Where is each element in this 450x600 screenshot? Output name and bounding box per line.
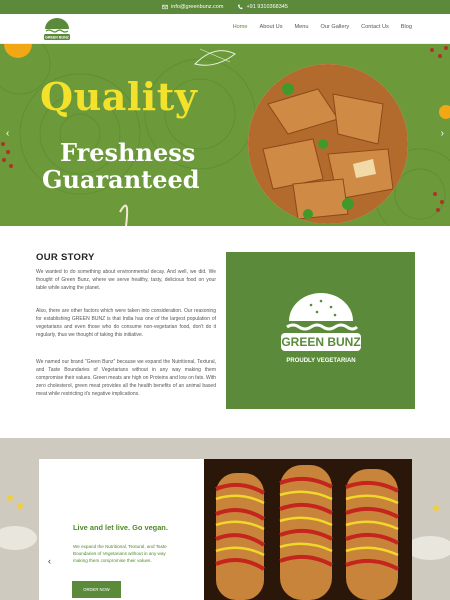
promo-section: ‹ Live and let live. Go vegan. We expand… (0, 438, 450, 600)
story-paragraph-1: We wanted to do something about environm… (36, 269, 216, 291)
phone-icon (238, 4, 243, 10)
phone-text: +91 9310368345 (246, 4, 288, 10)
corndog-image (204, 459, 412, 600)
green-bunz-logo[interactable]: GREEN BUNZ (40, 16, 74, 42)
email-contact[interactable]: info@greenbunz.com (162, 4, 223, 10)
promo-prev-arrow[interactable]: ‹ (48, 556, 51, 566)
hero-slider: Quality Freshness Guaranteed ‹ › (0, 44, 450, 226)
hero-next-arrow[interactable]: › (441, 128, 444, 139)
hero-heading-quality: Quality (40, 74, 198, 119)
corndog-illustration (204, 459, 412, 600)
top-bar: info@greenbunz.com +91 9310368345 (0, 0, 450, 14)
nav-our-gallery[interactable]: Our Gallery (321, 24, 350, 30)
story-paragraph-3: We named our brand "Green Bunz" because … (36, 359, 216, 397)
our-story-section: OUR STORY We wanted to do something abou… (0, 226, 450, 438)
nuggets-illustration (248, 64, 408, 224)
logo-text: GREEN BUNZ (45, 36, 70, 40)
promo-card: ‹ Live and let live. Go vegan. We expand… (39, 459, 204, 600)
nav-blog[interactable]: Blog (401, 24, 412, 30)
phone-contact[interactable]: +91 9310368345 (237, 4, 288, 10)
nav-menu[interactable]: Menu (295, 24, 309, 30)
story-title: OUR STORY (36, 252, 95, 263)
email-text: info@greenbunz.com (171, 4, 224, 10)
nav-about-us[interactable]: About Us (260, 24, 283, 30)
badge-subtitle: PROUDLY VEGETARIAN (286, 358, 355, 364)
site-header: GREEN BUNZ Home About Us Menu Our Galler… (0, 14, 450, 44)
story-paragraph-2: Also, there are other factors which were… (36, 308, 216, 338)
hero-heading-guaranteed: Guaranteed (42, 165, 200, 194)
mail-icon (162, 4, 168, 10)
badge-title: GREEN BUNZ (281, 335, 360, 349)
nav-contact-us[interactable]: Contact Us (361, 24, 389, 30)
hero-prev-arrow[interactable]: ‹ (6, 128, 9, 139)
nav-home[interactable]: Home (233, 24, 248, 30)
nuggets-plate-image (248, 64, 408, 224)
promo-heading: Live and let live. Go vegan. (73, 523, 168, 532)
main-nav: Home About Us Menu Our Gallery Contact U… (233, 24, 412, 30)
order-now-button[interactable]: ORDER NOW (72, 581, 121, 598)
green-bunz-badge: GREEN BUNZ PROUDLY VEGETARIAN (226, 252, 415, 409)
hero-heading-freshness: Freshness (60, 138, 196, 167)
badge-logo: GREEN BUNZ PROUDLY VEGETARIAN (280, 292, 361, 364)
promo-text: We expand the Nutritional, Textural, and… (73, 544, 167, 563)
